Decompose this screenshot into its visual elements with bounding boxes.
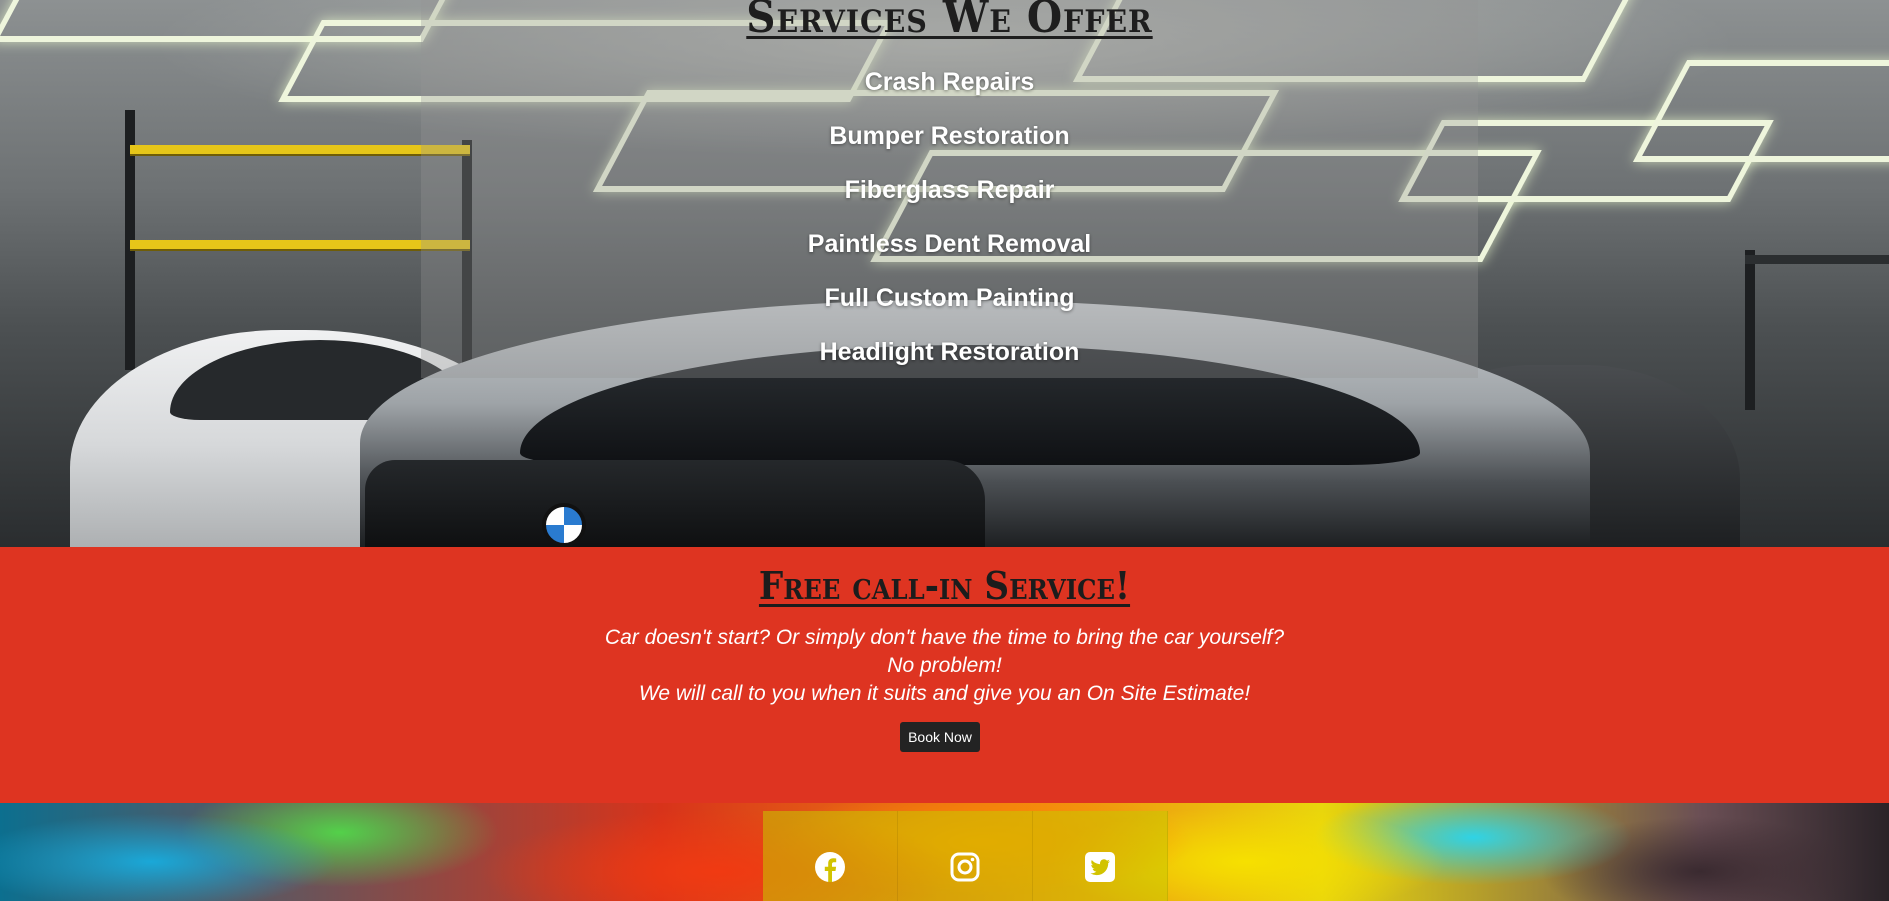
service-item: Crash Repairs	[864, 68, 1035, 96]
callin-section: Free call-in Service! Car doesn't start?…	[0, 547, 1889, 803]
services-section: Services We Offer Crash Repairs Bumper R…	[0, 0, 1889, 547]
facebook-link[interactable]	[763, 811, 898, 901]
facebook-icon	[815, 852, 845, 882]
shelf	[130, 240, 470, 249]
shelf-post	[1745, 250, 1755, 410]
callin-line: No problem!	[887, 654, 1002, 677]
service-item: Fiberglass Repair	[844, 176, 1055, 204]
service-item: Headlight Restoration	[819, 338, 1080, 366]
footer	[0, 803, 1889, 901]
service-item: Paintless Dent Removal	[807, 230, 1092, 258]
silver-car-trunk	[365, 460, 985, 547]
instagram-icon	[950, 852, 980, 882]
social-links	[763, 811, 1168, 901]
callin-description: Car doesn't start? Or simply don't have …	[0, 624, 1889, 708]
callin-line: Car doesn't start? Or simply don't have …	[604, 626, 1285, 649]
twitter-link[interactable]	[1033, 811, 1168, 901]
book-now-button[interactable]: Book Now	[900, 722, 980, 752]
services-list: Crash Repairs Bumper Restoration Fibergl…	[421, 64, 1478, 388]
services-panel: Services We Offer Crash Repairs Bumper R…	[421, 0, 1478, 378]
ceiling-light	[1632, 60, 1889, 162]
services-title: Services We Offer	[746, 0, 1153, 43]
callin-title: Free call-in Service!	[758, 563, 1131, 608]
car-badge-icon	[542, 503, 586, 547]
service-item: Bumper Restoration	[829, 122, 1070, 150]
twitter-icon	[1085, 852, 1115, 882]
shelf	[130, 145, 470, 154]
instagram-link[interactable]	[898, 811, 1033, 901]
service-item: Full Custom Painting	[824, 284, 1075, 312]
shelf	[1745, 255, 1889, 264]
callin-line: We will call to you when it suits and gi…	[638, 682, 1251, 705]
